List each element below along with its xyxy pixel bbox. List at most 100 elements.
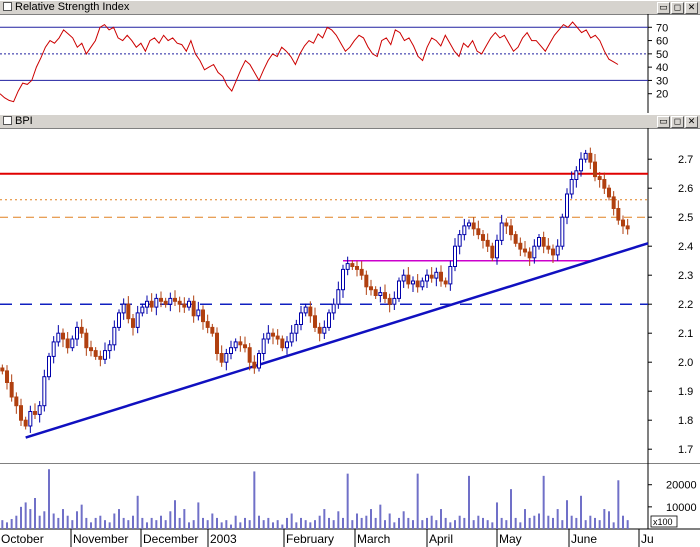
volume-bar	[407, 517, 410, 529]
volume-bar	[164, 520, 167, 529]
candle-body	[378, 292, 383, 297]
volume-bar	[104, 520, 106, 529]
candle-body	[327, 312, 331, 328]
candle-body	[257, 353, 261, 369]
candle-body	[364, 274, 369, 288]
volume-bar	[262, 520, 265, 529]
volume-bar	[584, 520, 587, 529]
price-tick-label: 1.9	[678, 386, 693, 398]
volume-bar	[524, 509, 526, 529]
volume-bar	[384, 520, 386, 529]
price-minimize-button[interactable]: ▭	[657, 116, 670, 128]
volume-bar	[556, 509, 559, 529]
candle-body	[504, 222, 509, 227]
candle-body	[555, 245, 560, 256]
volume-bar	[598, 520, 601, 529]
volume-bar	[370, 509, 372, 529]
volume-bar	[346, 473, 349, 529]
price-tick-label: 2.0	[678, 357, 693, 369]
price-tick-label: 2.3	[678, 270, 693, 282]
price-maximize-button[interactable]: ◻	[671, 116, 684, 128]
candle-body	[299, 312, 303, 325]
volume-bar	[435, 520, 438, 529]
volume-bar	[38, 515, 41, 529]
price-tick-label: 2.4	[678, 241, 693, 253]
volume-bar	[570, 515, 573, 529]
candle-body	[625, 225, 630, 230]
volume-bar	[314, 520, 316, 529]
candle-body	[541, 237, 546, 247]
volume-bar	[118, 509, 120, 529]
rsi-close-button[interactable]: ✕	[685, 2, 698, 14]
volume-bar	[202, 517, 204, 529]
candle-body	[261, 338, 266, 354]
candle-body	[19, 405, 23, 421]
uptrend-line	[25, 242, 649, 439]
volume-bar	[108, 522, 111, 529]
candle-body	[331, 303, 336, 314]
candle-body	[177, 300, 182, 305]
candle-body	[565, 193, 569, 218]
volume-bar	[197, 502, 200, 529]
candle-body	[439, 271, 443, 282]
candle-body	[345, 263, 350, 270]
volume-bar	[248, 520, 251, 529]
volume-bar	[188, 522, 190, 529]
volume-bar	[496, 502, 498, 529]
volume-bar	[393, 522, 396, 529]
candle-body	[131, 318, 135, 328]
candle-body	[89, 347, 93, 352]
rsi-tick-label: 60	[656, 36, 668, 48]
candle-body	[154, 297, 159, 308]
candle-body	[210, 326, 215, 334]
candle-body	[588, 152, 593, 163]
rsi-tick-label: 20	[656, 89, 668, 101]
candle-body	[513, 234, 518, 244]
candle-body	[126, 303, 131, 320]
volume-bar	[34, 498, 36, 529]
volume-bar	[454, 520, 456, 529]
candle-body	[313, 315, 317, 328]
volume-bar	[174, 500, 176, 529]
candle-body	[187, 300, 191, 308]
volume-bar	[519, 522, 522, 529]
volume-bar	[444, 517, 447, 529]
price-chart: 2.7 2.6 2.5 2.4 2.3 2.2 2.1 2.0 1.9 1.8 1.7	[0, 128, 693, 463]
candle-body	[98, 355, 103, 360]
volume-bar	[234, 515, 237, 529]
candle-body	[597, 176, 602, 180]
volume-bar	[533, 515, 536, 529]
candle-body	[387, 297, 392, 305]
price-close-button[interactable]: ✕	[685, 116, 698, 128]
candle-body	[355, 266, 359, 270]
volume-multiplier-label: x100	[653, 517, 673, 527]
candle-body	[485, 239, 490, 247]
volume-bar	[458, 515, 461, 529]
volume-bar	[505, 520, 508, 529]
volume-bar	[510, 489, 512, 529]
volume-bar	[603, 509, 606, 529]
rsi-tick-label: 30	[656, 75, 668, 87]
volume-bar	[52, 513, 55, 529]
rsi-maximize-button[interactable]: ◻	[671, 2, 684, 14]
candle-body	[499, 222, 504, 241]
candle-body	[289, 332, 294, 343]
price-tick-label: 2.6	[678, 183, 693, 195]
volume-bar	[575, 517, 578, 529]
volume-tick-label: 10000	[666, 502, 697, 514]
candle-body	[481, 234, 485, 241]
volume-bar	[332, 520, 335, 529]
price-tick-label: 2.1	[678, 328, 693, 340]
rsi-minimize-button[interactable]: ▭	[657, 2, 670, 14]
volume-bar	[183, 509, 186, 529]
price-tick-label: 1.8	[678, 415, 693, 427]
volume-bar	[342, 517, 344, 529]
price-pane-header: BPI ▭ ◻ ✕	[0, 114, 700, 129]
candle-body	[401, 274, 406, 282]
candle-body	[135, 312, 140, 328]
candle-body	[303, 306, 308, 314]
candle-body	[103, 350, 107, 360]
candle-body	[406, 274, 411, 285]
candle-body	[616, 208, 621, 221]
date-tick-label: December	[143, 532, 198, 546]
